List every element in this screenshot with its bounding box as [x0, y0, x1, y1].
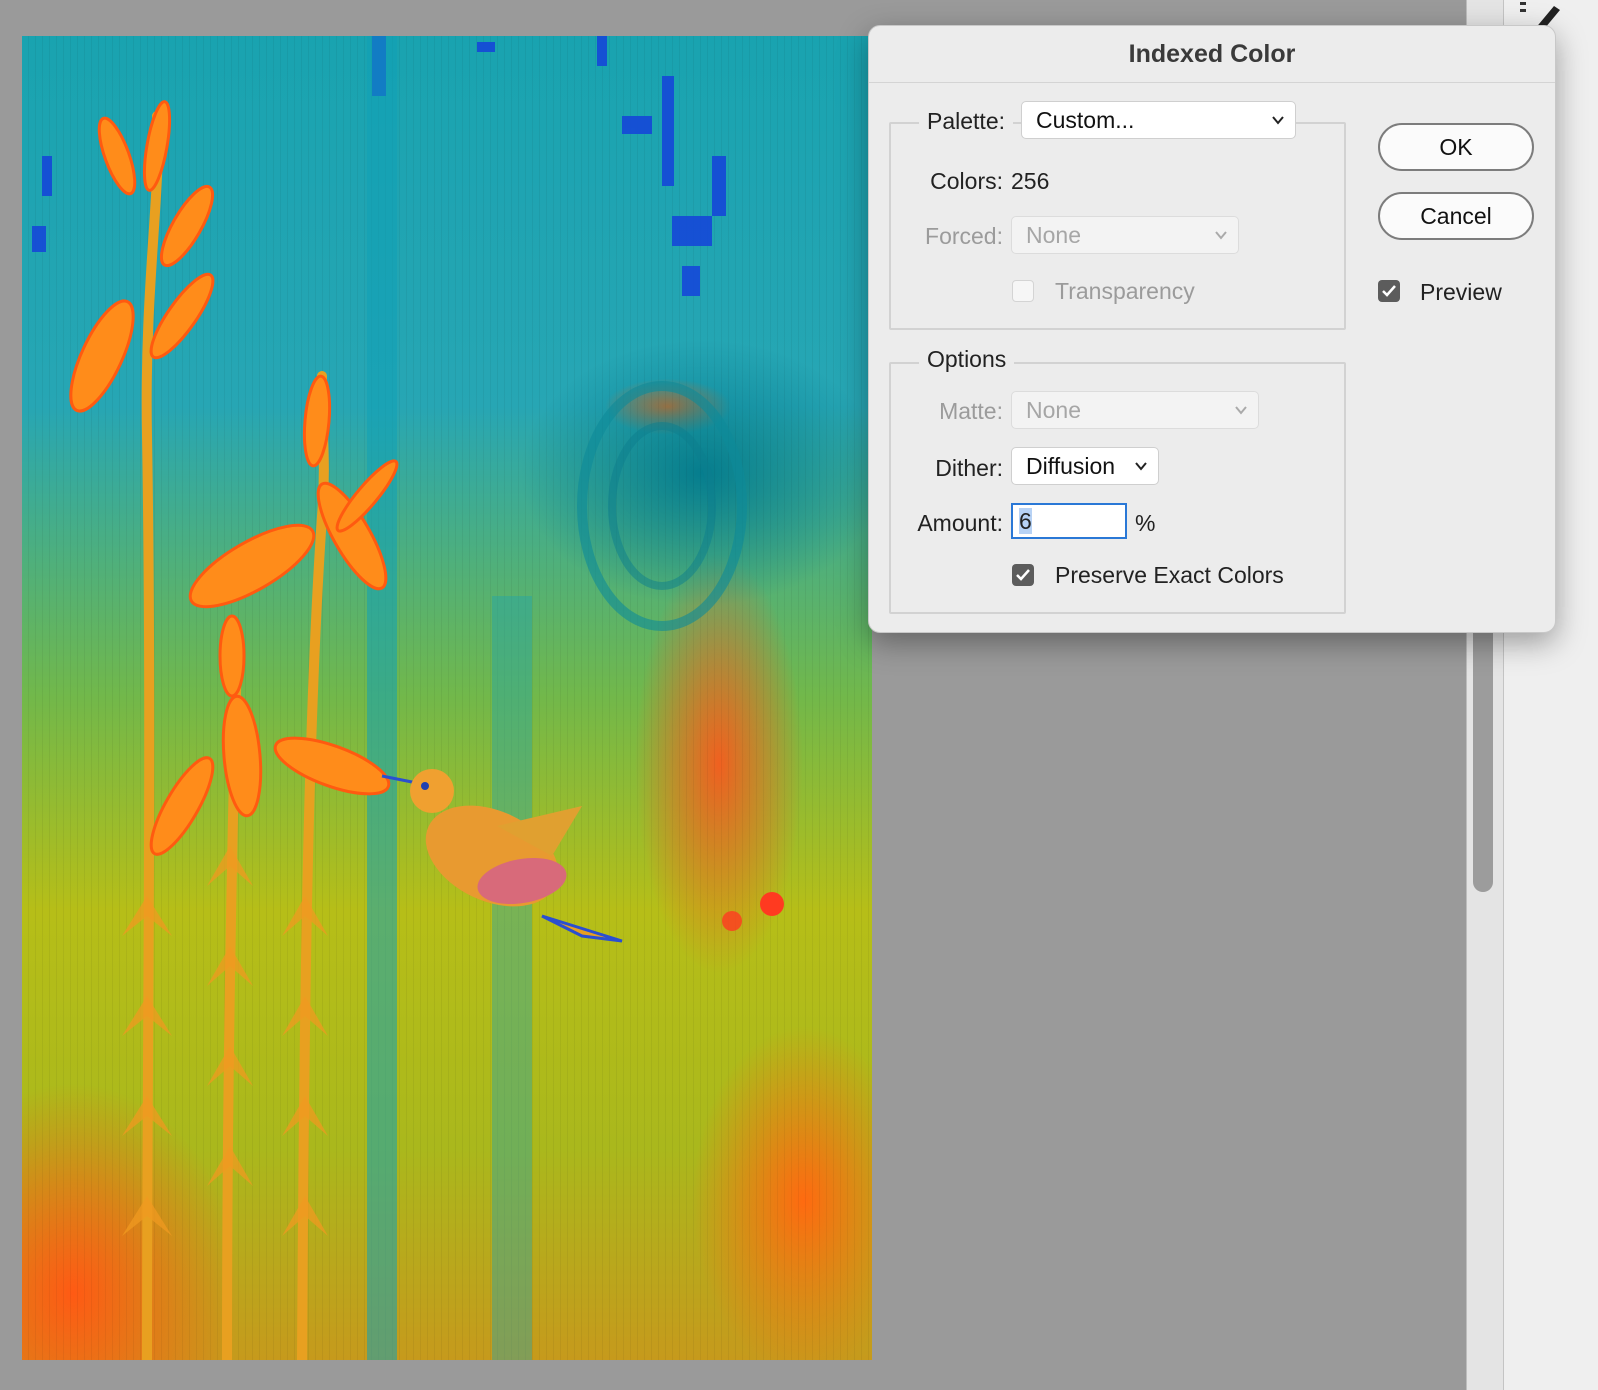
preview-checkbox[interactable]	[1378, 280, 1400, 302]
forced-select: None	[1011, 216, 1239, 254]
chevron-down-icon	[1135, 462, 1147, 471]
matte-select-value: None	[1026, 397, 1081, 423]
scrollbar-thumb[interactable]	[1473, 600, 1493, 892]
matte-select: None	[1011, 391, 1259, 429]
forced-label: Forced:	[925, 223, 1003, 249]
transparency-label: Transparency	[1055, 278, 1195, 304]
dither-select[interactable]: Diffusion	[1011, 447, 1159, 485]
document-canvas[interactable]	[22, 36, 872, 1360]
checkmark-icon	[1382, 285, 1396, 297]
dither-select-value: Diffusion	[1026, 453, 1116, 479]
amount-value: 6	[1019, 508, 1032, 534]
options-legend: Options	[919, 346, 1015, 373]
colors-label: Colors:	[930, 168, 1003, 194]
ok-button[interactable]: OK	[1378, 123, 1534, 171]
matte-label: Matte:	[939, 398, 1003, 424]
amount-input[interactable]: 6	[1011, 503, 1127, 539]
canvas-artwork	[32, 36, 784, 1360]
transparency-checkbox	[1012, 280, 1034, 302]
chevron-down-icon	[1235, 406, 1247, 415]
chevron-down-icon	[1215, 231, 1227, 240]
preserve-exact-colors-checkbox[interactable]	[1012, 564, 1034, 586]
amount-unit: %	[1135, 510, 1156, 536]
dither-label: Dither:	[935, 455, 1003, 481]
forced-select-value: None	[1026, 222, 1081, 248]
dialog-title: Indexed Color	[869, 26, 1555, 83]
preview-label: Preview	[1420, 279, 1502, 305]
checkmark-icon	[1016, 569, 1030, 581]
palette-label: Palette:	[919, 108, 1013, 135]
palette-select[interactable]: Custom...	[1021, 101, 1296, 139]
indexed-color-dialog: Indexed Color Palette: Custom... Colors:…	[868, 25, 1556, 633]
colors-value: 256	[1011, 168, 1050, 194]
palette-select-value: Custom...	[1036, 107, 1135, 133]
amount-label: Amount:	[917, 510, 1003, 536]
preserve-exact-colors-label: Preserve Exact Colors	[1055, 562, 1284, 588]
cancel-button[interactable]: Cancel	[1378, 192, 1534, 240]
chevron-down-icon	[1272, 116, 1284, 125]
